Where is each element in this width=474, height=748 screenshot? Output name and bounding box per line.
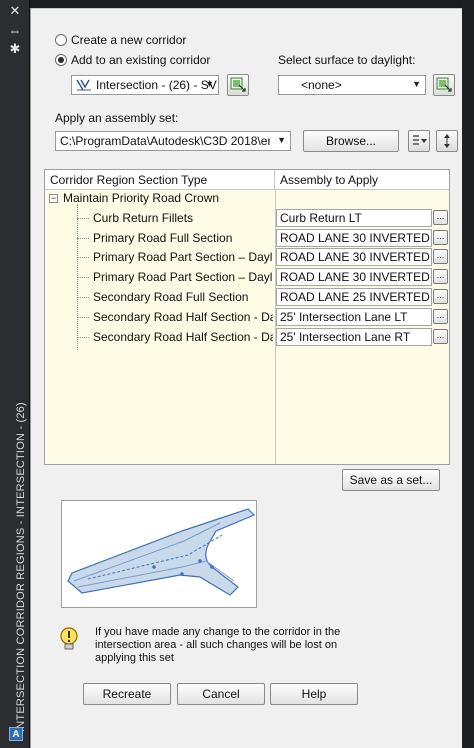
- assembly-set-path-select[interactable]: C:\ProgramData\Autodesk\C3D 2018\enu\As …: [55, 131, 291, 151]
- chevron-down-icon: ▼: [412, 79, 421, 89]
- expand-all-button[interactable]: [436, 130, 458, 152]
- dialog-panel: Create a new corridor Add to an existing…: [30, 8, 462, 748]
- section-type-curb-return: Curb Return Fillets: [93, 211, 194, 225]
- palette-title-bar: ✕ ⇔ ✱ INTERSECTION CORRIDOR REGIONS - IN…: [0, 0, 30, 748]
- daylight-surface-select[interactable]: <none> ▼: [278, 75, 426, 95]
- assembly-cell[interactable]: ROAD LANE 30 INVERTED: [276, 229, 432, 247]
- pick-from-drawing-icon: [230, 77, 246, 92]
- tree-branch: [77, 317, 89, 318]
- pick-surface-button[interactable]: [433, 74, 455, 96]
- expand-arrows-icon: [444, 134, 450, 148]
- tree-branch: [77, 238, 89, 239]
- group-label: Maintain Priority Road Crown: [63, 191, 220, 205]
- create-new-label: Create a new corridor: [71, 33, 187, 47]
- assembly-browse-button[interactable]: ...: [433, 309, 448, 324]
- grid-header: Corridor Region Section Type Assembly to…: [45, 170, 449, 190]
- help-button[interactable]: Help: [270, 683, 358, 705]
- assembly-browse-button[interactable]: ...: [433, 329, 448, 344]
- section-type-secondary-half-2: Secondary Road Half Section - Dayl: [93, 330, 273, 344]
- section-type-primary-full: Primary Road Full Section: [93, 231, 233, 245]
- list-options-icon: [413, 135, 427, 145]
- add-existing-radio[interactable]: [55, 54, 67, 66]
- assembly-set-label: Apply an assembly set:: [55, 111, 179, 125]
- daylight-surface-value: <none>: [301, 78, 342, 92]
- assembly-cell[interactable]: ROAD LANE 30 INVERTED: [276, 248, 432, 266]
- section-type-secondary-half-1: Secondary Road Half Section - Dayl: [93, 310, 273, 324]
- existing-corridor-value: Intersection - (26) - SV: [96, 78, 217, 92]
- background-canvas-strip: [462, 0, 474, 748]
- tree-branch: [77, 257, 89, 258]
- intersection-diagram: [67, 508, 256, 596]
- tree-branch: [77, 277, 89, 278]
- assembly-browse-button[interactable]: ...: [433, 210, 448, 225]
- tree-branch: [77, 297, 89, 298]
- tree-branch: [77, 337, 89, 338]
- section-type-primary-part-2: Primary Road Part Section – Daylig: [93, 270, 273, 284]
- create-new-radio[interactable]: [55, 34, 67, 46]
- add-existing-label: Add to an existing corridor: [71, 53, 211, 67]
- recreate-button[interactable]: Recreate: [83, 683, 171, 705]
- warning-lightbulb-icon: [60, 627, 78, 650]
- collapse-group-icon[interactable]: −: [49, 194, 58, 203]
- set-options-button[interactable]: [408, 130, 430, 152]
- pick-from-drawing-icon: [436, 77, 452, 92]
- assembly-cell[interactable]: ROAD LANE 25 INVERTED: [276, 288, 432, 306]
- section-type-secondary-full: Secondary Road Full Section: [93, 290, 249, 304]
- auto-hide-icon[interactable]: ⇔: [7, 24, 23, 38]
- palette-title: INTERSECTION CORRIDOR REGIONS - INTERSEC…: [15, 402, 27, 732]
- chevron-down-icon: ▼: [205, 79, 214, 89]
- daylight-surface-label: Select surface to daylight:: [278, 53, 416, 67]
- grid-body: − Maintain Priority Road Crown Curb Retu…: [45, 190, 449, 464]
- assembly-browse-button[interactable]: ...: [433, 269, 448, 284]
- section-assembly-grid: Corridor Region Section Type Assembly to…: [44, 169, 450, 465]
- assembly-browse-button[interactable]: ...: [433, 249, 448, 264]
- column-header-assembly[interactable]: Assembly to Apply: [275, 170, 383, 190]
- assembly-cell[interactable]: Curb Return LT: [276, 209, 432, 227]
- properties-icon[interactable]: ✱: [7, 42, 23, 56]
- assembly-browse-button[interactable]: ...: [433, 230, 448, 245]
- create-new-corridor-option[interactable]: Create a new corridor: [55, 33, 186, 47]
- tree-branch: [77, 218, 89, 219]
- autocad-app-icon: A: [9, 727, 23, 741]
- add-existing-corridor-option[interactable]: Add to an existing corridor: [55, 53, 210, 67]
- corridor-icon: [76, 79, 91, 91]
- intersection-preview-image: [61, 500, 257, 608]
- assembly-cell[interactable]: ROAD LANE 30 INVERTED: [276, 268, 432, 286]
- section-type-primary-part-1: Primary Road Part Section – Daylig: [93, 250, 273, 264]
- assembly-cell[interactable]: 25' Intersection Lane RT: [276, 328, 432, 346]
- assembly-cell[interactable]: 25' Intersection Lane LT: [276, 308, 432, 326]
- pick-corridor-button[interactable]: [227, 74, 249, 96]
- assembly-set-path: C:\ProgramData\Autodesk\C3D 2018\enu\As: [60, 134, 270, 148]
- save-as-set-button[interactable]: Save as a set...: [342, 469, 440, 491]
- warning-message: If you have made any change to the corri…: [95, 626, 341, 664]
- existing-corridor-select[interactable]: Intersection - (26) - SV ▼: [71, 75, 219, 95]
- chevron-down-icon: ▼: [277, 135, 286, 145]
- column-header-section-type[interactable]: Corridor Region Section Type: [45, 170, 275, 190]
- close-icon[interactable]: ✕: [7, 4, 23, 18]
- assembly-browse-button[interactable]: ...: [433, 289, 448, 304]
- browse-button[interactable]: Browse...: [303, 130, 399, 152]
- cancel-button[interactable]: Cancel: [177, 683, 265, 705]
